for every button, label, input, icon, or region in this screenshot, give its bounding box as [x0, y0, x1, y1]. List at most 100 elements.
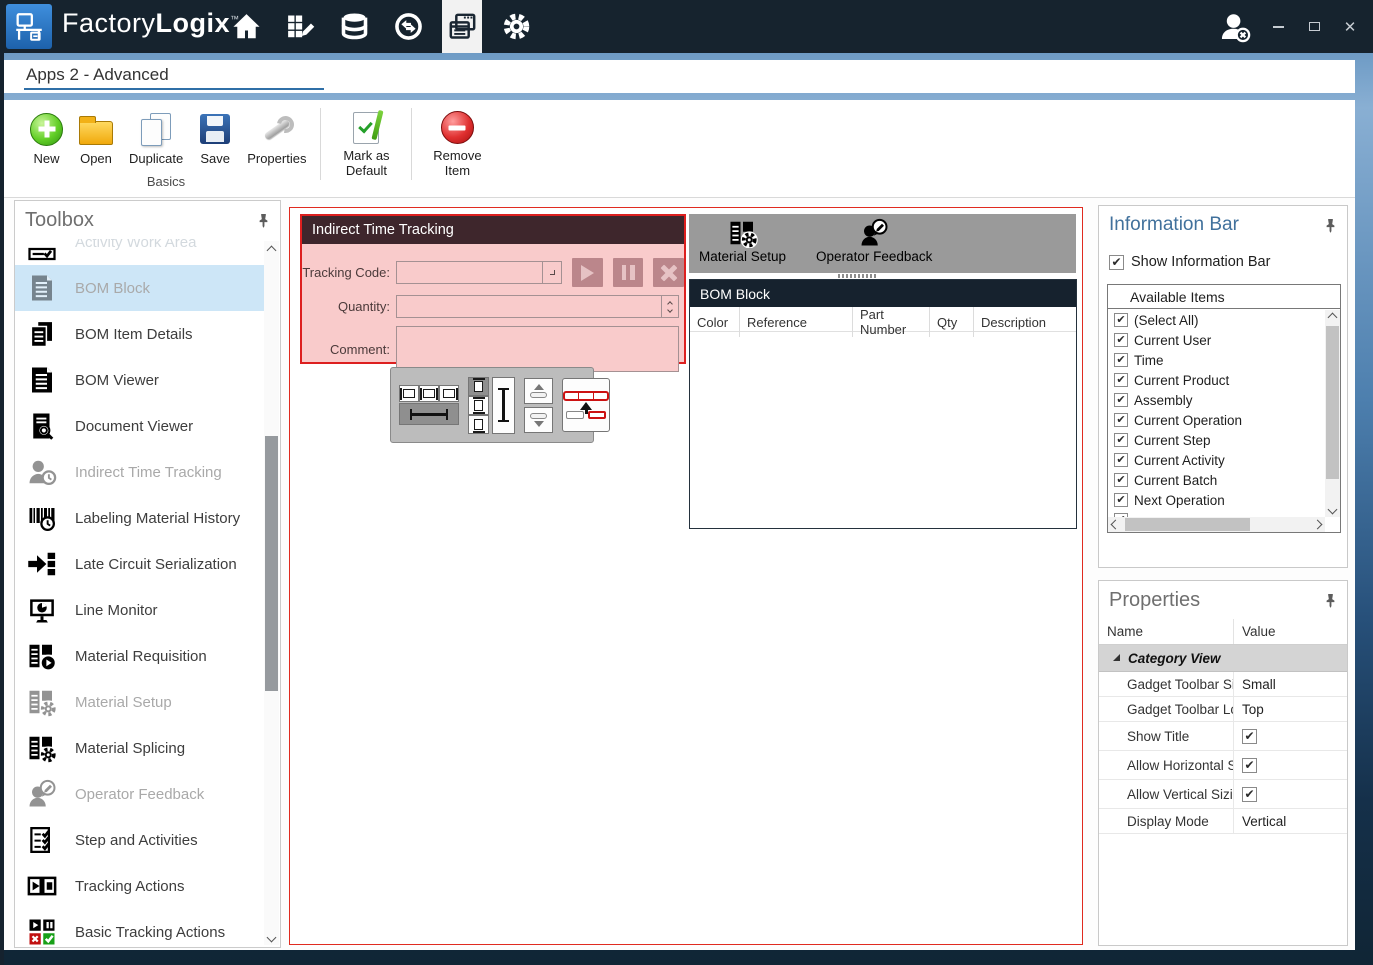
item-checkbox[interactable] — [1114, 393, 1128, 407]
items-vertical-scrollbar[interactable] — [1325, 310, 1340, 517]
property-value[interactable] — [1233, 751, 1347, 779]
toolbox-item[interactable]: Labeling Material History — [15, 495, 264, 541]
toolbox-item[interactable]: Material Setup — [15, 679, 264, 725]
scrollbar-thumb[interactable] — [1326, 326, 1339, 479]
align-left-button[interactable] — [399, 385, 419, 402]
grid-edit-icon[interactable] — [280, 0, 320, 53]
nudge-down-button[interactable] — [524, 407, 553, 433]
column-header[interactable]: Description — [974, 307, 1076, 337]
scroll-up-icon[interactable] — [264, 243, 279, 258]
property-row[interactable]: Allow Horizontal S... — [1099, 751, 1347, 780]
name-column-header[interactable]: Name — [1099, 619, 1233, 644]
property-value[interactable] — [1233, 722, 1347, 750]
new-button[interactable]: New — [22, 108, 71, 180]
toolbox-item[interactable]: Material Splicing — [15, 725, 264, 771]
splitter-grip[interactable] — [838, 274, 878, 278]
show-information-bar-checkbox[interactable] — [1109, 255, 1124, 270]
indirect-time-tracking-gadget[interactable]: Indirect Time Tracking Tracking Code: — [300, 214, 686, 364]
gadget-toolbar-item[interactable]: Operator Feedback — [816, 218, 932, 264]
item-checkbox[interactable] — [1114, 453, 1128, 467]
remove-item-button[interactable]: Remove Item — [418, 108, 496, 180]
align-middle-button[interactable] — [468, 396, 489, 415]
property-row[interactable]: Gadget Toolbar Lo... Top — [1099, 697, 1347, 722]
property-row[interactable]: Gadget Toolbar Size Small — [1099, 672, 1347, 697]
align-top-button[interactable] — [468, 377, 489, 396]
category-row[interactable]: Category View — [1099, 645, 1347, 672]
design-canvas[interactable]: Indirect Time Tracking Tracking Code: — [289, 207, 1083, 945]
toolbox-scrollbar[interactable] — [264, 241, 279, 945]
stretch-horizontal-button[interactable] — [399, 403, 459, 425]
available-item-row[interactable]: Current Batch — [1108, 470, 1325, 490]
item-checkbox[interactable] — [1114, 493, 1128, 507]
bom-block-gadget[interactable]: BOM Block Color Reference Part Number Qt… — [689, 279, 1077, 529]
item-checkbox[interactable] — [1114, 473, 1128, 487]
available-item-row[interactable] — [1108, 510, 1325, 517]
duplicate-button[interactable]: Duplicate — [121, 108, 191, 180]
available-item-row[interactable]: Current Operation — [1108, 410, 1325, 430]
chevron-down-icon[interactable] — [542, 262, 561, 283]
gadget-title[interactable]: Indirect Time Tracking — [302, 216, 684, 244]
toolbox-item[interactable]: Late Circuit Serialization — [15, 541, 264, 587]
scrollbar-thumb[interactable] — [1125, 518, 1250, 531]
database-icon[interactable] — [334, 0, 374, 53]
toolbox-item[interactable]: Material Requisition — [15, 633, 264, 679]
scroll-down-icon[interactable] — [264, 930, 279, 945]
toolbox-item[interactable]: Tracking Actions — [15, 863, 264, 909]
tracking-code-combobox[interactable] — [396, 261, 562, 284]
bom-block-title[interactable]: BOM Block — [690, 280, 1076, 307]
property-value[interactable]: Small — [1233, 672, 1347, 696]
item-checkbox[interactable] — [1114, 353, 1128, 367]
document-title-input[interactable]: Apps 2 - Advanced — [24, 63, 324, 90]
move-row-up-button[interactable] — [562, 378, 610, 432]
pin-icon[interactable] — [1324, 593, 1337, 608]
show-information-bar-row[interactable]: Show Information Bar — [1109, 254, 1347, 270]
logoff-user-icon[interactable] — [1215, 4, 1255, 50]
available-item-row[interactable]: Time — [1108, 350, 1325, 370]
cancel-button[interactable] — [653, 258, 684, 287]
column-header[interactable]: Part Number — [853, 307, 930, 337]
property-row[interactable]: Show Title — [1099, 722, 1347, 751]
maximize-button[interactable] — [1301, 14, 1327, 40]
value-checkbox[interactable] — [1242, 729, 1257, 744]
available-item-row[interactable]: Current Activity — [1108, 450, 1325, 470]
pause-button[interactable] — [613, 258, 644, 287]
available-item-row[interactable]: Current Step — [1108, 430, 1325, 450]
item-checkbox[interactable] — [1114, 313, 1128, 327]
close-button[interactable]: ✕ — [1337, 14, 1363, 40]
align-right-button[interactable] — [439, 385, 459, 402]
toolbox-item[interactable]: Document Viewer — [15, 403, 264, 449]
stretch-vertical-button[interactable] — [492, 377, 515, 434]
scroll-right-icon[interactable] — [1310, 517, 1325, 532]
align-bottom-button[interactable] — [468, 415, 489, 434]
available-item-row[interactable]: Assembly — [1108, 390, 1325, 410]
scroll-left-icon[interactable] — [1108, 517, 1123, 532]
value-checkbox[interactable] — [1242, 787, 1257, 802]
available-item-row[interactable]: Current User — [1108, 330, 1325, 350]
comment-textarea[interactable] — [396, 326, 679, 372]
toolbox-item[interactable]: BOM Block — [15, 265, 264, 311]
mark-as-default-button[interactable]: Mark as Default — [327, 108, 405, 180]
nudge-up-button[interactable] — [524, 378, 553, 404]
property-value[interactable]: Vertical — [1233, 809, 1347, 833]
save-button[interactable]: Save — [191, 108, 239, 180]
available-item-row[interactable]: Next Operation — [1108, 490, 1325, 510]
settings-gear-icon[interactable] — [496, 0, 536, 53]
home-icon[interactable] — [226, 0, 266, 53]
sync-icon[interactable] — [388, 0, 428, 53]
value-checkbox[interactable] — [1242, 758, 1257, 773]
toolbox-item[interactable]: Indirect Time Tracking — [15, 449, 264, 495]
available-item-row[interactable]: Current Product — [1108, 370, 1325, 390]
quantity-spinner[interactable] — [396, 295, 679, 318]
toolbox-item[interactable]: Basic Tracking Actions — [15, 909, 264, 945]
item-checkbox[interactable] — [1114, 413, 1128, 427]
toolbox-item[interactable]: Step and Activities — [15, 817, 264, 863]
scroll-down-icon[interactable] — [1325, 502, 1340, 517]
gadget-toolbar-item[interactable]: Material Setup — [699, 218, 786, 264]
available-items-header[interactable]: Available Items — [1108, 285, 1340, 309]
spinner-arrows-icon[interactable] — [661, 296, 678, 317]
expander-icon[interactable] — [1113, 654, 1120, 661]
property-value[interactable]: Top — [1233, 697, 1347, 721]
column-header[interactable]: Color — [690, 307, 740, 337]
toolbox-item[interactable]: BOM Item Details — [15, 311, 264, 357]
toolbox-item[interactable]: Line Monitor — [15, 587, 264, 633]
